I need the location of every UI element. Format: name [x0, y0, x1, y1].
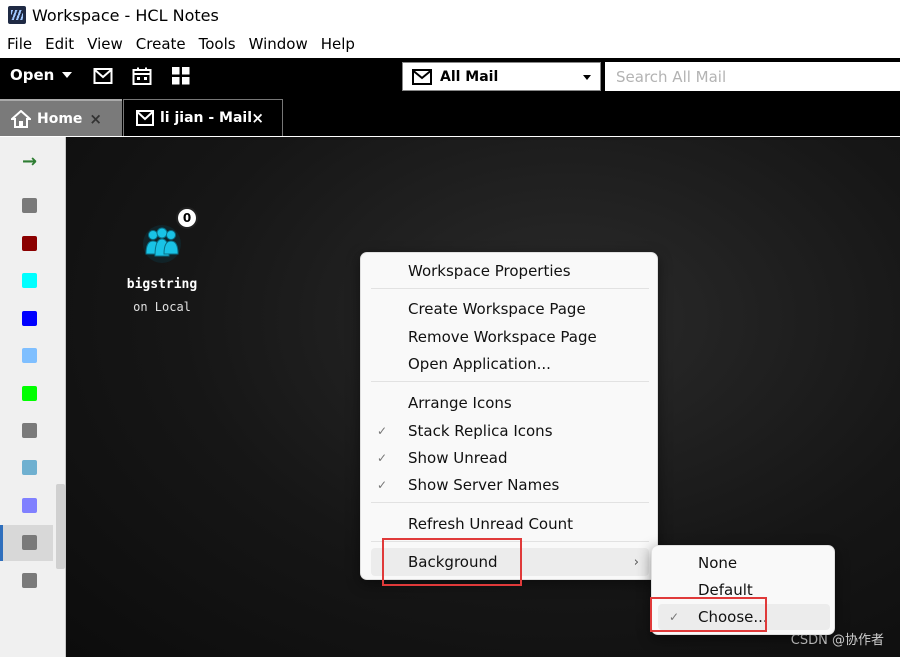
tab-bar: Home × li jian - Mail ×: [0, 96, 900, 136]
tab-home-label: Home: [37, 110, 83, 127]
menu-create[interactable]: Create: [131, 35, 191, 53]
menu-item-refresh-unread-count[interactable]: Refresh Unread Count: [361, 511, 659, 537]
close-icon[interactable]: ×: [251, 109, 264, 127]
workspace-page-tabs: →: [0, 137, 66, 657]
sidebar-scrollbar[interactable]: [56, 484, 65, 569]
submenu-item-default[interactable]: Default: [652, 577, 836, 603]
menu-item-background[interactable]: Background ›: [371, 548, 649, 576]
sidebar-page-tab-9[interactable]: [22, 498, 37, 513]
mail-icon: [136, 110, 154, 126]
tab-home[interactable]: Home ×: [0, 99, 122, 136]
sidebar-page-tab-2[interactable]: [22, 236, 37, 251]
submenu-item-none[interactable]: None: [652, 550, 836, 576]
unread-count-badge: 0: [176, 207, 198, 229]
chevron-right-icon: ›: [633, 554, 639, 570]
menu-item-remove-workspace-page[interactable]: Remove Workspace Page: [361, 324, 659, 350]
menu-separator: [371, 502, 649, 503]
menu-item-label: Refresh Unread Count: [408, 515, 573, 533]
apps-grid-icon[interactable]: [171, 67, 191, 85]
menu-separator: [371, 541, 649, 542]
menu-view[interactable]: View: [82, 35, 128, 53]
background-submenu: None Default ✓ Choose...: [651, 545, 835, 635]
tile-location: on Local: [133, 300, 191, 314]
menu-item-label: Arrange Icons: [408, 394, 512, 412]
menu-item-label: Open Application...: [408, 355, 551, 373]
database-people-icon[interactable]: [142, 224, 182, 264]
menu-item-stack-replica-icons[interactable]: ✓ Stack Replica Icons: [361, 418, 659, 444]
sidebar-page-tab-6[interactable]: [22, 386, 37, 401]
chevron-down-icon: [62, 72, 73, 78]
sidebar-page-tab-4[interactable]: [22, 311, 37, 326]
menu-item-label: Show Server Names: [408, 476, 560, 494]
menu-item-arrange-icons[interactable]: Arrange Icons: [361, 390, 659, 416]
tile-title[interactable]: bigstring: [122, 277, 202, 292]
menu-item-label: Show Unread: [408, 449, 508, 467]
window-title: Workspace - HCL Notes: [32, 5, 219, 25]
menu-item-show-server-names[interactable]: ✓ Show Server Names: [361, 472, 659, 498]
mail-icon[interactable]: [93, 67, 113, 85]
menu-item-label: Stack Replica Icons: [408, 422, 553, 440]
menu-separator: [371, 288, 649, 289]
sidebar-page-tab-5[interactable]: [22, 348, 37, 363]
mail-icon: [412, 68, 432, 85]
sidebar-page-tab-1[interactable]: [22, 198, 37, 213]
menu-item-label: Remove Workspace Page: [408, 328, 597, 346]
menu-item-label: None: [698, 554, 738, 572]
sidebar-page-tab-7[interactable]: [22, 423, 37, 438]
menu-bar: File Edit View Create Tools Window Help: [0, 30, 900, 58]
open-button-label: Open: [10, 66, 55, 84]
menu-separator: [371, 381, 649, 382]
menu-help[interactable]: Help: [316, 35, 360, 53]
menu-item-show-unread[interactable]: ✓ Show Unread: [361, 445, 659, 471]
menu-item-label: Choose...: [698, 608, 768, 626]
sidebar-page-tab-11[interactable]: [22, 573, 37, 588]
mailbox-selector-label: All Mail: [440, 68, 499, 85]
close-icon[interactable]: ×: [89, 110, 102, 128]
menu-window[interactable]: Window: [244, 35, 313, 53]
menu-item-open-application[interactable]: Open Application...: [361, 351, 659, 377]
menu-item-label: Create Workspace Page: [408, 300, 586, 318]
arrow-right-icon[interactable]: →: [22, 151, 37, 172]
menu-item-label: Default: [698, 581, 753, 599]
check-icon: ✓: [377, 478, 388, 492]
menu-file[interactable]: File: [2, 35, 37, 53]
check-icon: ✓: [669, 610, 680, 624]
sidebar-page-tab-8[interactable]: [22, 460, 37, 475]
submenu-item-choose[interactable]: ✓ Choose...: [658, 604, 830, 630]
open-button[interactable]: Open: [10, 66, 73, 84]
check-icon: ✓: [377, 424, 388, 438]
search-input[interactable]: [605, 62, 900, 91]
toolbar: Open All Mail: [0, 58, 900, 96]
tab-mail-label: li jian - Mail: [160, 110, 253, 126]
sidebar-page-tab-10[interactable]: [22, 535, 37, 550]
home-icon: [11, 109, 31, 128]
sidebar-page-tab-3[interactable]: [22, 273, 37, 288]
check-icon: ✓: [377, 451, 388, 465]
mailbox-selector[interactable]: All Mail: [402, 62, 601, 91]
chevron-down-icon: [583, 75, 591, 80]
menu-item-workspace-properties[interactable]: Workspace Properties: [361, 258, 659, 284]
menu-tools[interactable]: Tools: [194, 35, 241, 53]
tab-mail[interactable]: li jian - Mail ×: [123, 99, 283, 136]
context-menu: Workspace Properties Create Workspace Pa…: [360, 252, 658, 580]
menu-item-label: Workspace Properties: [408, 262, 571, 280]
title-bar: Workspace - HCL Notes: [0, 0, 900, 30]
menu-item-create-workspace-page[interactable]: Create Workspace Page: [361, 296, 659, 322]
menu-item-label: Background: [408, 553, 498, 571]
calendar-icon[interactable]: [132, 67, 152, 85]
menu-edit[interactable]: Edit: [40, 35, 79, 53]
hcl-notes-app-icon: [8, 6, 26, 24]
